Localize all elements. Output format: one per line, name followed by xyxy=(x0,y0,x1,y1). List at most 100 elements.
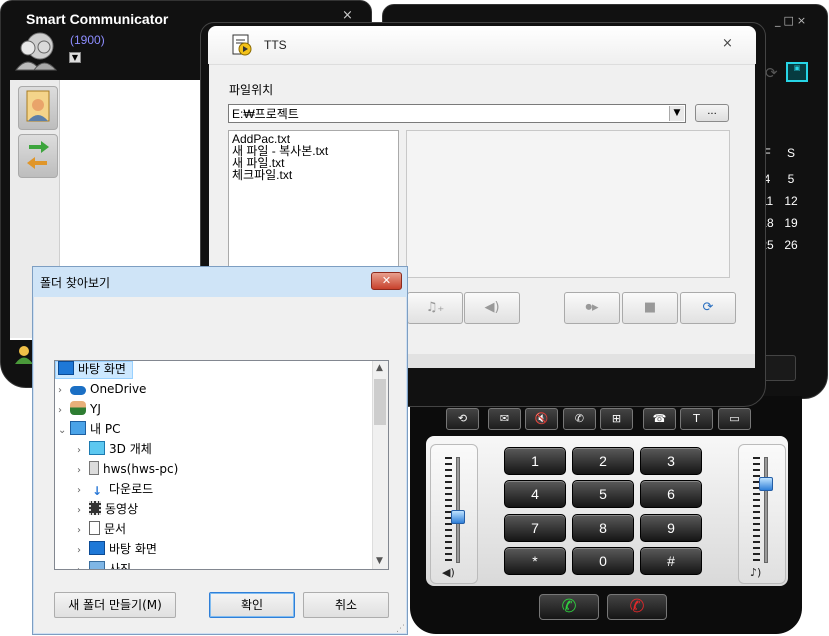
tree-item-documents[interactable]: › 문서 xyxy=(77,520,126,539)
close-icon[interactable]: ✕ xyxy=(371,272,402,290)
volume-tick xyxy=(445,481,452,483)
volume-tick xyxy=(445,469,452,471)
calendar-day[interactable]: 5 xyxy=(780,172,802,186)
hangup-button[interactable]: ✆ xyxy=(607,594,667,620)
window-controls[interactable]: _□× xyxy=(775,14,809,27)
call-log-icon xyxy=(27,141,49,169)
text-preview[interactable] xyxy=(406,130,730,278)
path-value[interactable]: E:₩프로젝트 xyxy=(232,105,299,122)
resize-grip-icon[interactable]: ⋰ xyxy=(396,624,405,634)
volume-button[interactable]: ◀) xyxy=(464,292,520,324)
tree-item-3d-objects[interactable]: › 3D 개체 xyxy=(77,440,152,459)
chevron-right-icon[interactable]: › xyxy=(77,481,89,500)
cancel-button[interactable]: 취소 xyxy=(303,592,389,618)
add-music-button[interactable]: ♫₊ xyxy=(407,292,463,324)
video-icon[interactable]: ▭ xyxy=(718,408,751,430)
speaker-volume-thumb[interactable] xyxy=(451,510,465,525)
volume-tick xyxy=(445,475,452,477)
calendar-day[interactable]: 19 xyxy=(780,216,802,230)
key-hash[interactable]: # xyxy=(640,547,702,575)
refresh-icon[interactable]: ⟳ xyxy=(765,64,778,82)
new-folder-button[interactable]: 새 폴더 만들기(M) xyxy=(54,592,176,618)
extension-number: (1900) xyxy=(70,33,105,47)
close-icon[interactable]: × xyxy=(342,8,353,23)
scroll-down-icon[interactable]: ▼ xyxy=(376,556,383,566)
volume-tick xyxy=(445,535,452,537)
volume-tick xyxy=(753,553,760,555)
user-status-icon[interactable] xyxy=(14,343,34,365)
calendar-day[interactable]: 12 xyxy=(780,194,802,208)
mic-volume-thumb[interactable] xyxy=(759,477,773,492)
mute-icon[interactable]: 🔇 xyxy=(525,408,558,430)
record-button[interactable]: ⏺▸ xyxy=(564,292,620,324)
key-2[interactable]: 2 xyxy=(572,447,634,475)
tree-item-label: 다운로드 xyxy=(109,482,154,496)
document-icon xyxy=(89,521,100,535)
conference-icon[interactable]: ⊞ xyxy=(600,408,633,430)
ok-button[interactable]: 확인 xyxy=(209,592,295,618)
tree-item-user[interactable]: › YJ xyxy=(58,400,101,419)
key-4[interactable]: 4 xyxy=(504,480,566,508)
calendar-header: S xyxy=(786,146,795,160)
message-icon[interactable]: ✉ xyxy=(488,408,521,430)
pc-icon xyxy=(70,421,86,435)
key-5[interactable]: 5 xyxy=(572,480,634,508)
key-7[interactable]: 7 xyxy=(504,514,566,542)
text-input-icon[interactable]: T xyxy=(680,408,713,430)
key-9[interactable]: 9 xyxy=(640,514,702,542)
call-log-button[interactable] xyxy=(18,134,58,178)
tree-item-desktop[interactable]: 바탕 화면 xyxy=(58,360,126,379)
tree-item-label: 바탕 화면 xyxy=(78,362,126,376)
stop-button[interactable]: ■ xyxy=(622,292,678,324)
list-item[interactable]: 체크파일.txt xyxy=(232,169,292,181)
chevron-right-icon[interactable]: › xyxy=(77,461,89,480)
chevron-right-icon[interactable]: › xyxy=(77,441,89,460)
speaker-icon: ◀) xyxy=(484,300,500,315)
network-drive-icon xyxy=(89,461,99,475)
volume-tick xyxy=(753,505,760,507)
scrollbar-thumb[interactable] xyxy=(374,379,386,425)
tts-app-icon xyxy=(232,34,252,56)
call-button[interactable]: ✆ xyxy=(539,594,599,620)
close-icon[interactable]: × xyxy=(722,36,733,51)
file-location-label: 파일위치 xyxy=(229,83,274,97)
status-bar xyxy=(762,355,796,381)
key-3[interactable]: 3 xyxy=(640,447,702,475)
chevron-down-icon[interactable]: ⌄ xyxy=(58,421,70,440)
contacts-button[interactable] xyxy=(18,86,58,130)
key-1[interactable]: 1 xyxy=(504,447,566,475)
transfer-icon[interactable]: ✆ xyxy=(563,408,596,430)
key-6[interactable]: 6 xyxy=(640,480,702,508)
volume-tick xyxy=(753,499,760,501)
calendar-day[interactable]: 26 xyxy=(780,238,802,252)
key-star[interactable]: * xyxy=(504,547,566,575)
stop-icon: ■ xyxy=(643,300,657,315)
volume-tick xyxy=(445,553,452,555)
tree-item-desktop-2[interactable]: › 바탕 화면 xyxy=(77,540,157,559)
chevron-down-icon[interactable]: ▼ xyxy=(69,52,81,63)
tree-item-onedrive[interactable]: › OneDrive xyxy=(58,380,146,399)
volume-tick xyxy=(445,493,452,495)
chevron-down-icon[interactable]: ▼ xyxy=(669,106,684,121)
chevron-right-icon[interactable]: › xyxy=(58,401,70,420)
key-0[interactable]: 0 xyxy=(572,547,634,575)
volume-slider-track[interactable] xyxy=(764,457,768,563)
chevron-right-icon[interactable]: › xyxy=(77,541,89,560)
contacts-icon[interactable]: ⟲ xyxy=(446,408,479,430)
chevron-right-icon[interactable]: › xyxy=(58,381,70,400)
key-8[interactable]: 8 xyxy=(572,514,634,542)
tree-item-my-pc[interactable]: ⌄ 내 PC xyxy=(58,420,120,439)
fullscreen-icon[interactable]: ▣ xyxy=(786,62,808,82)
volume-tick xyxy=(753,511,760,513)
call-forward-icon[interactable]: ☎ xyxy=(643,408,676,430)
scroll-up-icon[interactable]: ▲ xyxy=(376,363,383,373)
tree-item-label: OneDrive xyxy=(90,382,147,396)
convert-button[interactable]: ⟳ xyxy=(680,292,736,324)
tree-item-network-drive[interactable]: › hws(hws-pc) xyxy=(77,460,178,479)
browse-button[interactable]: ... xyxy=(695,104,729,122)
music-icon: ♫₊ xyxy=(425,300,445,315)
tree-item-downloads[interactable]: › ↓ 다운로드 xyxy=(77,480,153,499)
tree-item-videos[interactable]: › 동영상 xyxy=(77,500,138,519)
chevron-right-icon[interactable]: › xyxy=(77,501,89,520)
chevron-right-icon[interactable]: › xyxy=(77,521,89,540)
